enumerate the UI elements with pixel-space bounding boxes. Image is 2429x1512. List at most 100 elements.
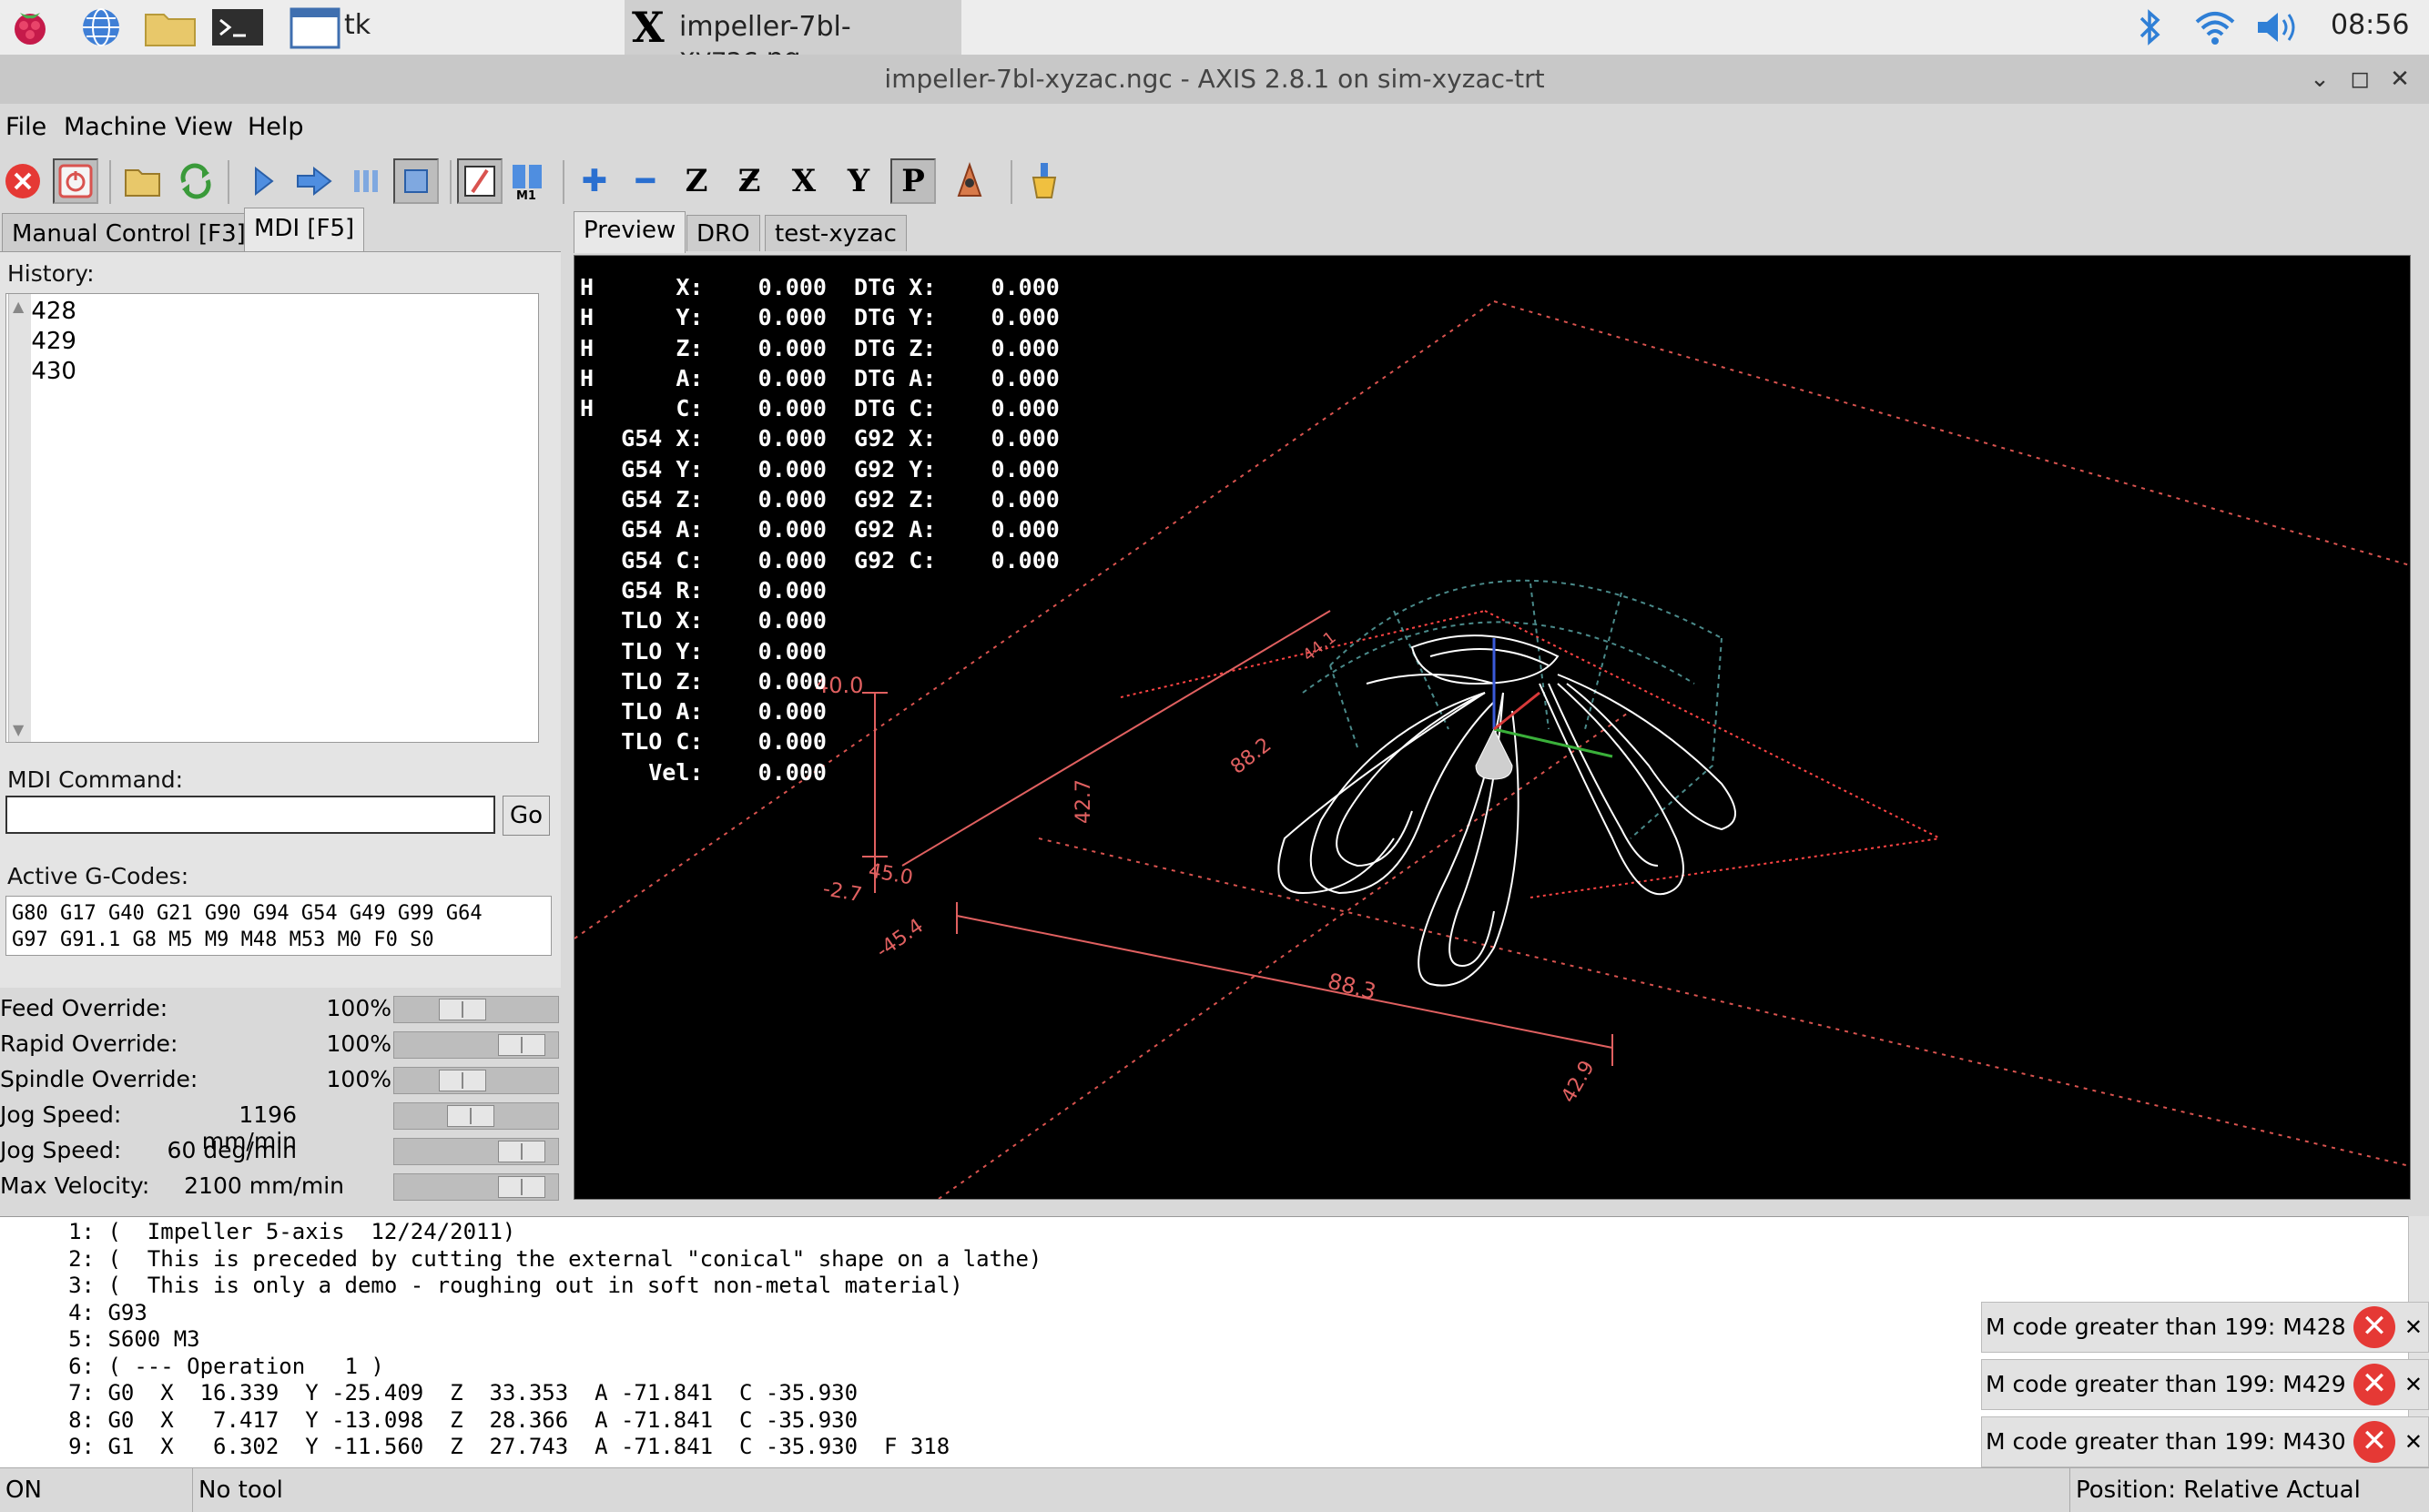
active-gcodes-box: G80 G17 G40 G21 G90 G94 G54 G49 G99 G64 G… [5, 896, 552, 956]
close-notification-icon[interactable]: ✕ [2404, 1303, 2423, 1352]
estop-button[interactable] [0, 158, 46, 204]
close-icon[interactable]: ✕ [2380, 55, 2420, 104]
tab-dro[interactable]: DRO [686, 215, 760, 251]
slider-knob[interactable] [497, 1034, 545, 1056]
menu-help[interactable]: Help [248, 113, 304, 141]
max-velocity-slider[interactable] [393, 1173, 559, 1201]
file-manager-folder-icon[interactable] [142, 5, 198, 49]
preview-canvas[interactable]: 40.0 42.7 45.0 -2.7 -45.4 88.3 42.9 88.2… [574, 255, 2411, 1200]
mdi-command-input[interactable] [5, 796, 495, 834]
history-scrollbar[interactable]: ▲ ▼ [8, 294, 31, 742]
dro-line: G54 A: 0.000 G92 A: 0.000 [580, 516, 1060, 543]
scroll-down-icon[interactable]: ▼ [13, 721, 24, 738]
clear-backplot-brush-icon[interactable] [1021, 158, 1067, 204]
pause-icon[interactable] [342, 158, 388, 204]
dro-line: G54 R: 0.000 [580, 576, 827, 604]
gcode-line[interactable]: 4: G93 [0, 1300, 147, 1325]
view-x-icon[interactable]: X [781, 158, 827, 204]
bluetooth-icon[interactable] [2134, 5, 2167, 49]
terminal-icon[interactable] [209, 5, 266, 49]
feed-override-label: Feed Override: [0, 995, 168, 1021]
gcode-text: G0 X 7.417 Y -13.098 Z 28.366 A -71.841 … [95, 1406, 859, 1433]
slider-knob[interactable] [446, 1105, 494, 1127]
rotate-icon[interactable] [947, 158, 992, 204]
feed-override-slider[interactable] [393, 996, 559, 1023]
gcode-line[interactable]: 9: G1 X 6.302 Y -11.560 Z 27.743 A -71.8… [0, 1434, 950, 1459]
machine-state: ON [0, 1468, 193, 1512]
dro-line: TLO Y: 0.000 [580, 637, 827, 665]
menu-machine[interactable]: Machine [64, 113, 167, 141]
stop-icon[interactable] [393, 158, 439, 204]
gcode-line[interactable]: 2: ( This is preceded by cutting the ext… [0, 1246, 1042, 1272]
block-delete-icon[interactable] [457, 158, 503, 204]
view-z2-icon[interactable]: Ƶ [727, 158, 772, 204]
taskbar-window-button[interactable]: X impeller-7bl-xyzac.ng... [625, 0, 961, 75]
tk-window-icon[interactable] [290, 5, 340, 49]
machine-power-button[interactable] [53, 158, 98, 204]
max-velocity-value: 2100 mm/min [184, 1172, 344, 1199]
tool-status: No tool [193, 1468, 2070, 1512]
system-taskbar: tk X impeller-7bl-xyzac.ng... 08:56 [0, 0, 2429, 75]
reload-icon[interactable] [173, 158, 219, 204]
gcode-line[interactable]: 6: ( --- Operation 1 ) [0, 1354, 384, 1379]
scroll-up-icon[interactable]: ▲ [13, 298, 24, 315]
browser-globe-icon[interactable] [78, 5, 124, 49]
feed-override-value: 100% [326, 995, 391, 1021]
gcode-text: ( --- Operation 1 ) [95, 1353, 384, 1379]
notification-text: M code greater than 199: M429 [1986, 1371, 2346, 1397]
gcode-line[interactable]: 8: G0 X 7.417 Y -13.098 Z 28.366 A -71.8… [0, 1407, 858, 1433]
tab-manual-control[interactable]: Manual Control [F3] [2, 213, 256, 253]
raspberry-menu-icon[interactable] [7, 5, 53, 49]
optional-stop-icon[interactable]: M1 [506, 158, 552, 204]
zoom-in-icon[interactable]: ✚ [572, 158, 617, 204]
dro-line: TLO C: 0.000 [580, 728, 827, 756]
rapid-override-slider[interactable] [393, 1031, 559, 1059]
menu-view[interactable]: View [175, 113, 233, 141]
spindle-override-value: 100% [326, 1066, 391, 1092]
maximize-icon[interactable]: ◻ [2340, 55, 2380, 104]
wifi-icon[interactable] [2192, 5, 2238, 49]
jog-speed-slider[interactable] [393, 1102, 559, 1130]
step-icon[interactable] [291, 158, 337, 204]
close-notification-icon[interactable]: ✕ [2404, 1417, 2423, 1466]
mdi-command-label: MDI Command: [7, 766, 184, 793]
go-button[interactable]: Go [503, 796, 550, 836]
slider-knob[interactable] [497, 1141, 545, 1162]
volume-icon[interactable] [2254, 5, 2303, 49]
line-number: 7: [68, 1380, 95, 1405]
tab-mdi[interactable]: MDI [F5] [244, 208, 365, 253]
slider-knob[interactable] [439, 999, 487, 1020]
menubar: File Machine View Help [0, 104, 2429, 149]
error-icon: ✕ [2353, 1421, 2395, 1463]
gcode-text: G93 [95, 1299, 147, 1325]
zoom-out-icon[interactable]: ━ [623, 158, 668, 204]
axis-label: 88.3 [1326, 969, 1379, 1005]
view-perspective-icon[interactable]: P [890, 158, 936, 204]
axis-label: 42.7 [1072, 779, 1095, 824]
close-notification-icon[interactable]: ✕ [2404, 1360, 2423, 1409]
spindle-override-label: Spindle Override: [0, 1066, 198, 1092]
view-y-icon[interactable]: Y [836, 158, 881, 204]
jog-speed-angular-label: Jog Speed: [0, 1137, 122, 1163]
axis-label: 45.0 [867, 859, 915, 889]
view-z-icon[interactable]: Z [674, 158, 719, 204]
run-program-icon[interactable] [240, 158, 286, 204]
rapid-override-label: Rapid Override: [0, 1030, 178, 1057]
taskbar-app-label[interactable]: tk [344, 9, 371, 41]
tab-test-xyzac[interactable]: test-xyzac [765, 215, 907, 251]
dro-line: TLO Z: 0.000 [580, 667, 827, 695]
gcode-line[interactable]: 1: ( Impeller 5-axis 12/24/2011) [0, 1219, 515, 1244]
menu-file[interactable]: File [5, 113, 46, 141]
tab-preview[interactable]: Preview [574, 211, 686, 253]
slider-knob[interactable] [439, 1070, 487, 1091]
spindle-override-slider[interactable] [393, 1067, 559, 1094]
gcode-line[interactable]: 3: ( This is only a demo - roughing out … [0, 1273, 963, 1298]
history-list[interactable]: m428 m429 m430 ▲ ▼ [5, 293, 539, 743]
gcode-line[interactable]: 5: S600 M3 [0, 1326, 200, 1352]
jog-speed-angular-slider[interactable] [393, 1138, 559, 1165]
overrides-panel: Feed Override: 100% Rapid Override: 100%… [0, 990, 561, 1202]
gcode-line[interactable]: 7: G0 X 16.339 Y -25.409 Z 33.353 A -71.… [0, 1380, 858, 1405]
slider-knob[interactable] [497, 1176, 545, 1198]
open-file-folder-icon[interactable] [120, 158, 166, 204]
chevron-down-icon[interactable]: ⌄ [2300, 55, 2340, 104]
